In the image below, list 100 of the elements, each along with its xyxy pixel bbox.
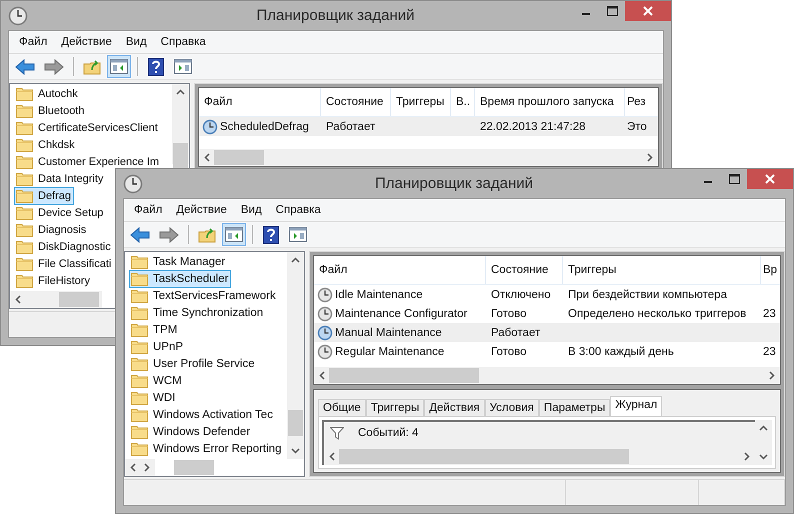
scrollbar[interactable]	[314, 367, 780, 384]
scroll-thumb[interactable]	[174, 460, 214, 475]
tab[interactable]: Условия	[484, 399, 539, 416]
table-cell: Regular Maintenance	[335, 346, 444, 358]
tree-item[interactable]: Time Synchronization	[129, 304, 266, 322]
table-cell: Определено несколько триггеров	[568, 308, 746, 320]
table-cell: Это	[627, 120, 647, 132]
tree-item[interactable]: CertificateServicesClient	[14, 118, 161, 136]
scroll-thumb[interactable]	[288, 410, 303, 436]
column-header[interactable]: Вр	[761, 256, 780, 284]
tree-item[interactable]: Diagnosis	[14, 220, 90, 238]
column-header[interactable]: Состояние	[486, 256, 563, 284]
tab[interactable]: Триггеры	[366, 399, 424, 416]
tree-item[interactable]: Autochk	[14, 84, 81, 102]
column-header[interactable]: Файл	[199, 88, 321, 116]
folder-icon	[16, 138, 33, 152]
folder-icon	[16, 274, 33, 288]
column-header[interactable]: Триггеры	[391, 88, 451, 116]
column-header[interactable]: Рез	[625, 88, 658, 116]
tree-item[interactable]: Task Manager	[129, 252, 228, 270]
scrollbar[interactable]	[199, 149, 658, 166]
table-row[interactable]: Regular Maintenance Готово В 3:00 каждый день 23	[314, 342, 780, 361]
menu-item[interactable]: Справка	[154, 36, 213, 48]
tree-item[interactable]: Defrag	[14, 186, 74, 204]
tree-item[interactable]: TPM	[129, 320, 180, 338]
close-button[interactable]	[625, 1, 671, 21]
scroll-thumb[interactable]	[214, 150, 264, 165]
tab[interactable]: Параметры	[538, 399, 610, 416]
column-header[interactable]: Файл	[314, 256, 486, 284]
folder-icon	[131, 254, 148, 268]
tree-item[interactable]: DiskDiagnostic	[14, 238, 114, 256]
chevron-right-icon	[647, 153, 653, 162]
table-cell: Maintenance Configurator	[335, 308, 468, 320]
tree-item[interactable]: WCM	[129, 372, 185, 390]
maximize-icon	[728, 174, 740, 184]
chevron-up-icon	[759, 425, 768, 431]
chevron-left-icon	[15, 295, 21, 304]
menu-item[interactable]: Вид	[118, 36, 154, 48]
table-cell: 23	[763, 346, 776, 358]
toolbar-tree-button[interactable]	[107, 55, 131, 78]
tree-item[interactable]: Customer Experience Im	[14, 152, 162, 170]
menu-item[interactable]: Вид	[234, 204, 269, 216]
right-arrow-icon	[159, 226, 179, 242]
folder-icon	[131, 272, 148, 286]
scroll-thumb[interactable]	[339, 449, 629, 464]
table-cell: Готово	[491, 346, 527, 358]
table-cell: Manual Maintenance	[335, 326, 442, 338]
minimize-icon	[582, 13, 590, 15]
table-cell: Отключено	[491, 288, 551, 300]
folder-icon	[16, 104, 33, 118]
scroll-thumb[interactable]	[329, 368, 479, 383]
tree-item[interactable]: TaskScheduler	[129, 270, 232, 288]
close-button[interactable]	[747, 169, 793, 189]
tree-item[interactable]: Windows Activation Tec	[129, 406, 276, 424]
menu-item[interactable]: Файл	[12, 36, 54, 48]
column-header[interactable]: Время прошлого запуска	[475, 88, 625, 116]
tree-item[interactable]: TextServicesFramework	[129, 286, 279, 304]
tree-item[interactable]: File Classificati	[14, 254, 114, 272]
tree-item[interactable]: User Profile Service	[129, 354, 258, 372]
scroll-thumb[interactable]	[59, 292, 99, 307]
folder-icon	[131, 374, 148, 388]
left-arrow-icon	[15, 58, 35, 74]
menu-item[interactable]: Справка	[268, 204, 328, 216]
tree-item[interactable]: FileHistory	[14, 272, 93, 290]
tree-item[interactable]: Data Integrity	[14, 170, 106, 188]
table-row[interactable]: Manual Maintenance Работает	[314, 323, 780, 342]
tab[interactable]: Журнал	[610, 396, 662, 416]
table-row[interactable]: ScheduledDefrag Работает 22.02.2013 21:47:28 Это	[199, 117, 658, 136]
table-row[interactable]: Maintenance Configurator Готово Определено несколько триггеров 23	[314, 304, 780, 323]
tab[interactable]: Действия	[424, 399, 485, 416]
menu-item[interactable]: Действие	[169, 204, 234, 216]
table-cell: 23	[763, 308, 776, 320]
toolbar-tree-button[interactable]	[222, 223, 246, 246]
folder-icon	[131, 442, 148, 456]
scrollbar[interactable]	[755, 420, 772, 465]
help-icon	[148, 58, 164, 76]
panel-icon	[289, 227, 307, 242]
table-cell: 22.02.2013 21:47:28	[480, 120, 586, 132]
filter-icon	[330, 427, 344, 440]
scrollbar[interactable]	[10, 291, 102, 308]
tree-item[interactable]: UPnP	[129, 338, 186, 356]
menu-item[interactable]: Действие	[54, 36, 119, 48]
column-header[interactable]: Триггеры	[563, 256, 761, 284]
folder-icon	[131, 306, 148, 320]
tree-item[interactable]: Windows Error Reporting	[129, 440, 284, 458]
tree-item[interactable]: Bluetooth	[14, 102, 88, 120]
table-row[interactable]: Idle Maintenance Отключено При бездействии компьютера	[314, 285, 780, 304]
tree-item[interactable]: Chkdsk	[14, 136, 78, 154]
table-cell: В 3:00 каждый день	[568, 346, 674, 358]
scrollbar[interactable]	[287, 252, 304, 459]
tab[interactable]: Общие	[318, 399, 366, 416]
folder-up-icon	[83, 58, 101, 74]
column-header[interactable]: В..	[451, 88, 475, 116]
tree-item[interactable]: Device Setup	[14, 204, 106, 222]
tree-item[interactable]: Windows Defender	[129, 422, 254, 440]
table-cell: Готово	[491, 308, 527, 320]
menu-item[interactable]: Файл	[127, 204, 170, 216]
tree-item[interactable]: WDI	[129, 388, 178, 406]
scroll-thumb[interactable]	[173, 143, 188, 169]
column-header[interactable]: Состояние	[321, 88, 391, 116]
